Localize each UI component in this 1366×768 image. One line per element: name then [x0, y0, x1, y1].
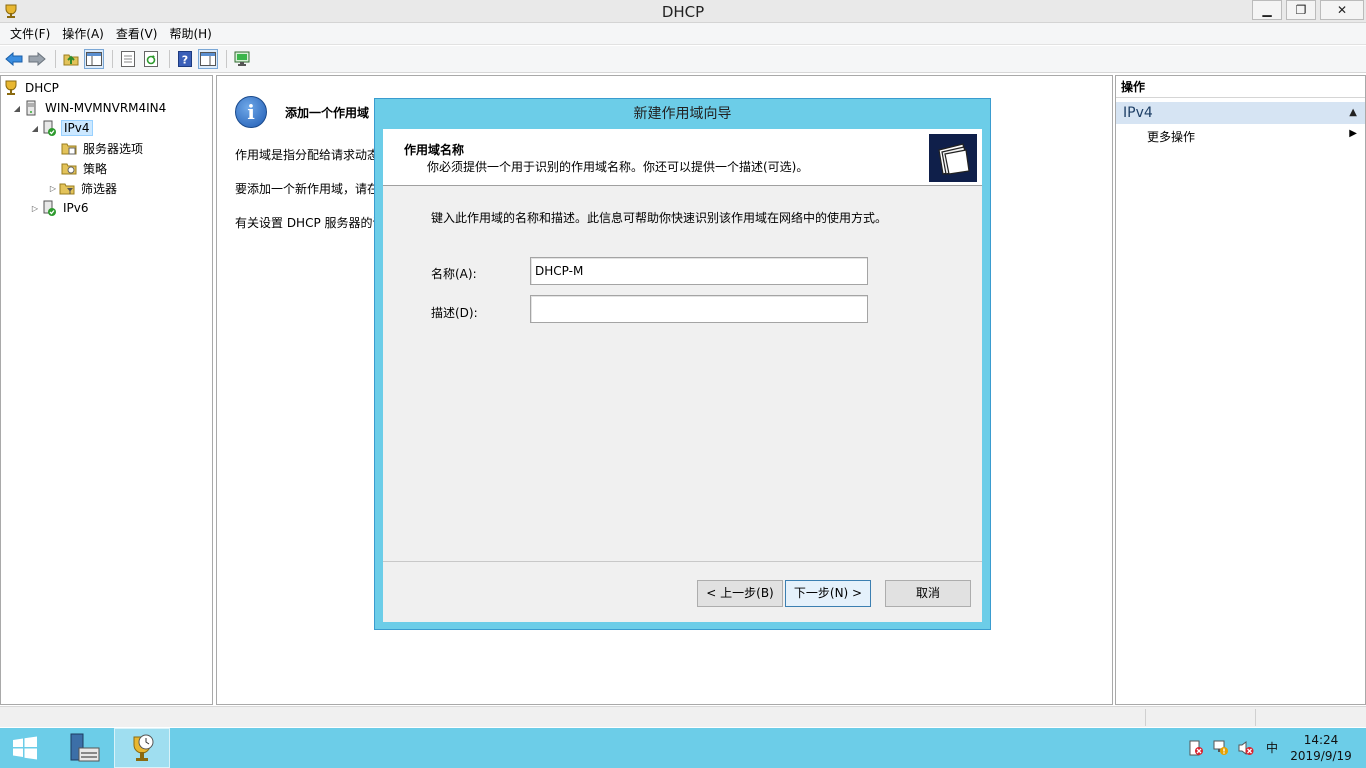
expand-icon[interactable]: ▷ [29, 204, 41, 213]
up-folder-icon[interactable] [61, 49, 81, 69]
policies-icon [61, 160, 77, 176]
ipv4-icon [41, 120, 57, 136]
tree-label: IPv6 [63, 201, 89, 215]
tree-label: IPv4 [61, 120, 93, 136]
tree-label: DHCP [25, 81, 59, 95]
tree-item-dhcp[interactable]: DHCP [3, 78, 61, 98]
title-bar: DHCP ▁ ❐ ✕ [0, 0, 1366, 23]
menu-view[interactable]: 查看(V) [110, 24, 164, 44]
status-bar [0, 706, 1366, 727]
tree-item-filters[interactable]: ▷ 筛选器 [47, 178, 119, 198]
filters-icon [59, 180, 75, 196]
clock-date: 2019/9/19 [1290, 749, 1352, 763]
content-heading: 添加一个作用域 [285, 106, 370, 120]
dialog-body: 作用域名称 你必须提供一个用于识别的作用域名称。你还可以提供一个描述(可选)。 … [383, 129, 982, 622]
show-tree-icon[interactable] [84, 49, 104, 69]
wizard-header-subtitle: 你必须提供一个用于识别的作用域名称。你还可以提供一个描述(可选)。 [427, 160, 809, 174]
taskbar: 中 14:24 2019/9/19 [0, 728, 1366, 768]
status-divider [1255, 709, 1256, 726]
toolbar-separator [55, 50, 56, 68]
next-button[interactable]: 下一步(N) > [785, 580, 871, 607]
export-icon[interactable] [118, 49, 138, 69]
toolbar-separator [112, 50, 113, 68]
actions-header: 操作 [1116, 76, 1365, 98]
collapse-icon[interactable]: ▲ [1349, 102, 1357, 124]
ime-indicator[interactable]: 中 [1266, 739, 1278, 756]
status-divider [1145, 709, 1146, 726]
server-icon [23, 100, 39, 116]
info-icon: i [235, 96, 267, 128]
menu-file[interactable]: 文件(F) [4, 24, 56, 44]
tree-label: 策略 [83, 161, 108, 176]
actions-pane: 操作 IPv4 ▲ 更多操作 ▶ [1115, 75, 1366, 705]
cancel-button[interactable]: 取消 [885, 580, 971, 607]
dhcp-taskbar-icon[interactable] [114, 728, 170, 768]
wizard-folders-icon [929, 134, 977, 182]
volume-icon[interactable] [1238, 740, 1254, 756]
menu-action[interactable]: 操作(A) [56, 24, 110, 44]
tree-item-policies[interactable]: 策略 [61, 158, 109, 178]
content-text: 有关设置 DHCP 服务器的详 [235, 216, 375, 230]
restore-button[interactable]: ❐ [1286, 0, 1316, 20]
action-center-icon[interactable] [1188, 740, 1204, 756]
back-icon[interactable] [4, 49, 24, 69]
scope-name-input[interactable] [530, 257, 868, 285]
collapse-icon[interactable]: ◢ [11, 104, 23, 113]
tree-label: 筛选器 [81, 181, 118, 196]
forward-icon[interactable] [27, 49, 47, 69]
expand-icon[interactable]: ▷ [47, 184, 59, 193]
network-icon[interactable] [1213, 740, 1229, 756]
ipv6-icon [41, 200, 57, 216]
tree-item-server-options[interactable]: 服务器选项 [61, 138, 145, 158]
tree-item-ipv4[interactable]: ◢ IPv4 [29, 118, 93, 138]
window-title: DHCP [661, 3, 705, 21]
minimize-button[interactable]: ▁ [1252, 0, 1282, 20]
console-icon[interactable] [198, 49, 218, 69]
dialog-title: 新建作用域向导 [633, 106, 732, 122]
dialog-separator [383, 561, 982, 562]
menu-bar: 文件(F) 操作(A) 查看(V) 帮助(H) [0, 23, 1366, 45]
tree-label: 服务器选项 [83, 141, 144, 156]
refresh-icon[interactable] [141, 49, 161, 69]
back-button[interactable]: < 上一步(B) [697, 580, 783, 607]
new-scope-wizard-dialog: 新建作用域向导 作用域名称 你必须提供一个用于识别的作用域名称。你还可以提供一个… [374, 98, 991, 630]
submenu-arrow-icon[interactable]: ▶ [1349, 128, 1357, 139]
monitor-icon[interactable] [232, 49, 252, 69]
tree-item-server[interactable]: ◢ WIN-MVMNVRM4IN4 [11, 98, 168, 118]
help-icon[interactable]: ? [175, 49, 195, 69]
toolbar: ? [0, 46, 1366, 73]
svg-text:?: ? [182, 54, 188, 67]
clock[interactable]: 14:24 2019/9/19 [1286, 732, 1356, 764]
console-tree: DHCP ◢ WIN-MVMNVRM4IN4 ◢ IPv4 服务器选项 策略 ▷… [0, 75, 213, 705]
windows-start-icon[interactable] [0, 728, 50, 768]
dhcp-icon [3, 80, 19, 96]
scope-description-input[interactable] [530, 295, 868, 323]
name-label: 名称(A): [431, 267, 477, 281]
tree-label: WIN-MVMNVRM4IN4 [45, 101, 167, 115]
tree-item-ipv6[interactable]: ▷ IPv6 [29, 198, 91, 218]
clock-time: 14:24 [1303, 733, 1339, 747]
content-text: 作用域是指分配给请求动态 [235, 148, 375, 162]
server-manager-icon[interactable] [56, 728, 112, 768]
menu-help[interactable]: 帮助(H) [163, 24, 217, 44]
actions-section-ipv4[interactable]: IPv4 ▲ [1116, 102, 1365, 124]
toolbar-separator [226, 50, 227, 68]
content-text: 要添加一个新作用域，请在 [235, 182, 375, 196]
collapse-icon[interactable]: ◢ [29, 124, 41, 133]
description-label: 描述(D): [431, 306, 478, 320]
server-options-icon [61, 140, 77, 156]
wizard-header-title: 作用域名称 [404, 143, 465, 157]
wizard-description: 键入此作用域的名称和描述。此信息可帮助你快速识别该作用域在网络中的使用方式。 [431, 211, 888, 225]
more-actions[interactable]: 更多操作 [1147, 128, 1195, 145]
close-button[interactable]: ✕ [1320, 0, 1364, 20]
wizard-header: 作用域名称 你必须提供一个用于识别的作用域名称。你还可以提供一个描述(可选)。 [383, 129, 982, 186]
toolbar-separator [169, 50, 170, 68]
section-label: IPv4 [1123, 105, 1153, 121]
